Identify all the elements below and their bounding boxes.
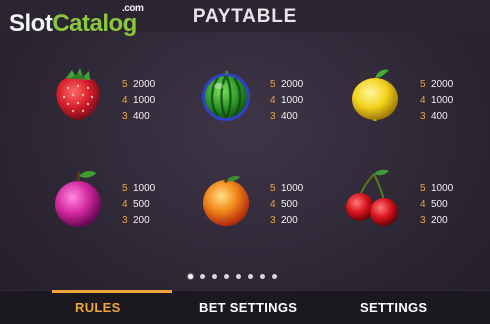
lemon-icon	[352, 69, 398, 121]
page-dot-8[interactable]	[272, 274, 277, 279]
plum-paytable: 5 1000 4 500 3 200	[122, 183, 156, 226]
page-dot-1[interactable]	[188, 274, 193, 279]
active-tab-indicator	[52, 290, 172, 293]
tab-bet-settings[interactable]: BET SETTINGS	[199, 300, 297, 315]
page-indicator	[188, 274, 277, 282]
watermelon-icon	[202, 70, 250, 121]
page-title: PAYTABLE	[192, 6, 298, 27]
watermelon-paytable: 5 2000 4 1000 3 400	[270, 79, 304, 122]
tab-settings[interactable]: SETTINGS	[360, 300, 427, 315]
cherries-icon	[346, 169, 398, 226]
cherries-paytable: 5 1000 4 500 3 200	[420, 183, 454, 226]
page-dot-7[interactable]	[260, 274, 265, 279]
page-dot-5[interactable]	[236, 274, 241, 279]
page-dot-2[interactable]	[200, 274, 205, 279]
strawberry-icon	[56, 68, 100, 120]
strawberry-paytable: 5 2000 4 1000 3 400	[122, 79, 156, 122]
tab-rules[interactable]: RULES	[75, 300, 121, 315]
orange-paytable: 5 1000 4 500 3 200	[270, 183, 304, 226]
lemon-paytable: 5 2000 4 1000 3 400	[420, 79, 454, 122]
page-dot-4[interactable]	[224, 274, 229, 279]
plum-icon	[55, 171, 101, 227]
page-dot-3[interactable]	[212, 274, 217, 279]
page-dot-6[interactable]	[248, 274, 253, 279]
orange-icon	[203, 176, 249, 226]
